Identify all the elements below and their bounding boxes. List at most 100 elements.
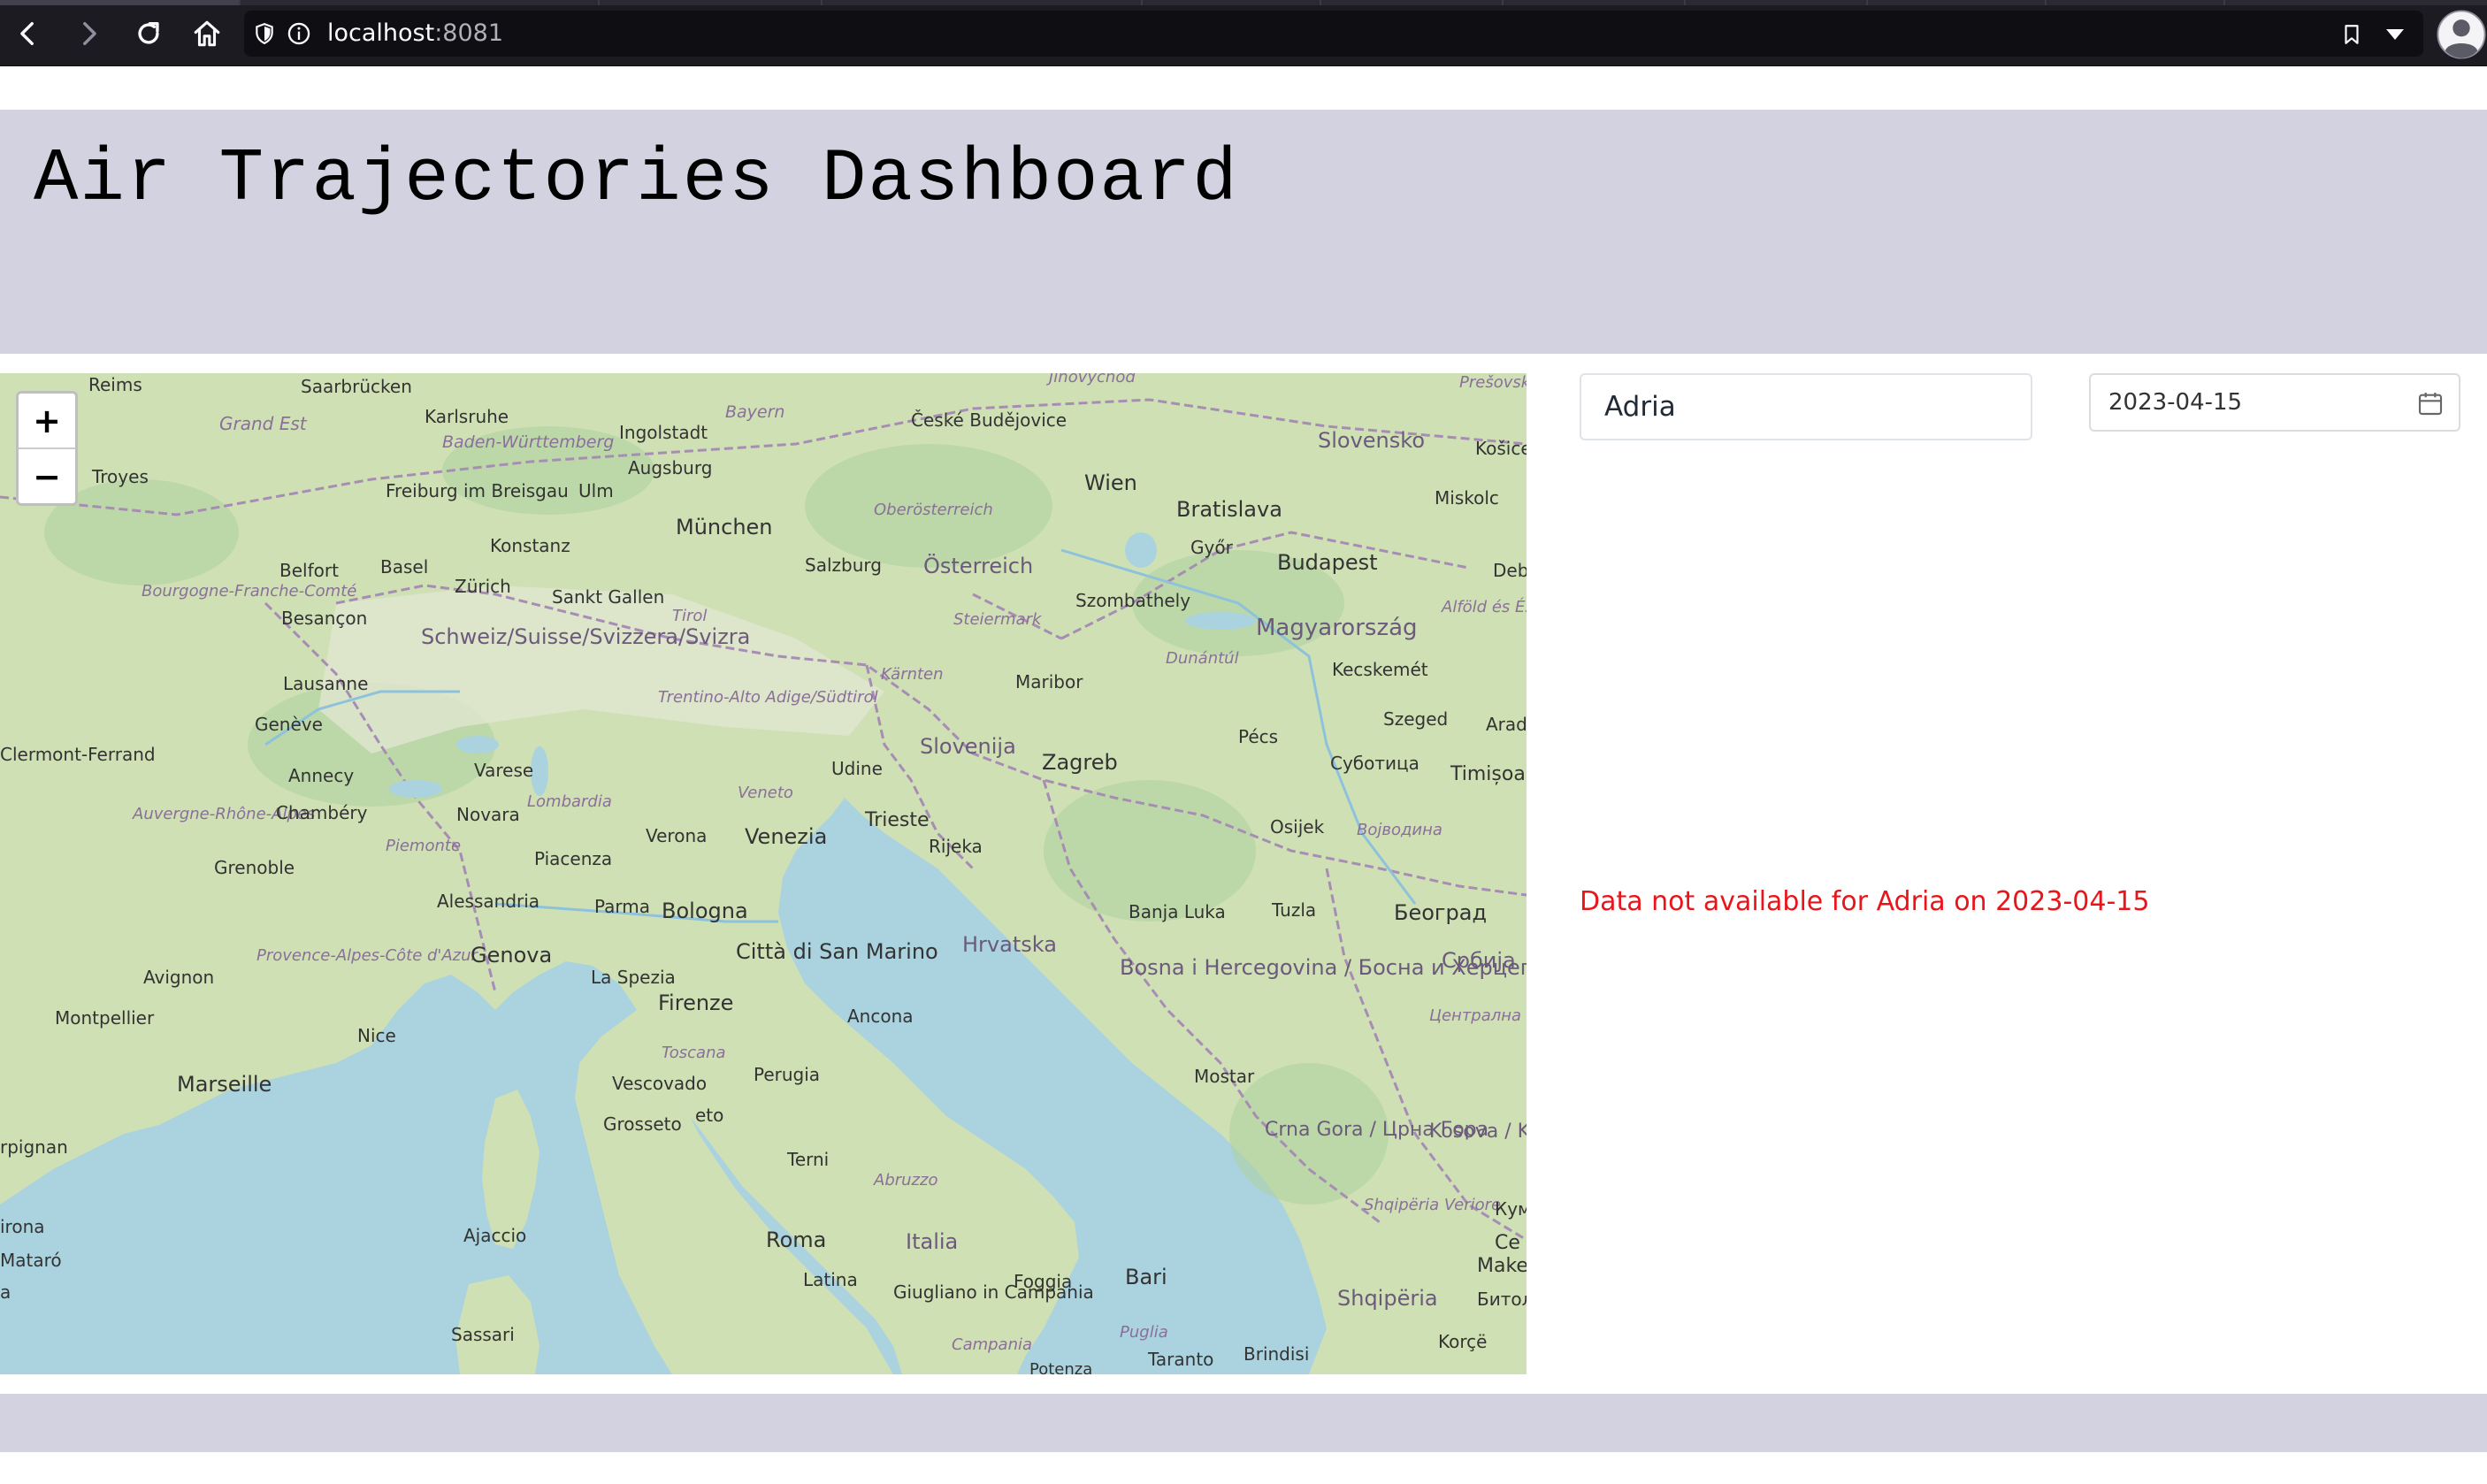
map-label: Arad [1486,714,1527,735]
map-label: Besançon [281,608,367,629]
status-message: Data not available for Adria on 2023-04-… [1580,886,2150,917]
map-label: Kecskemét [1332,659,1428,680]
bookmark-icon[interactable] [2340,22,2363,47]
map-label: Steiermark [953,610,1043,629]
map-label: Make [1477,1255,1527,1277]
tab[interactable] [1504,0,1686,5]
reload-button[interactable] [129,14,168,53]
map-label: Piemonte [386,837,461,855]
reload-icon [138,21,159,44]
map-label: Trieste [864,809,930,831]
map-label: Ajaccio [463,1225,526,1246]
region-value: Adria [1604,391,1676,423]
tab[interactable] [2225,0,2487,5]
map-label: Puglia [1120,1323,1168,1342]
dropdown-icon[interactable] [2384,27,2406,42]
map-label: Taranto [1147,1349,1213,1370]
tab[interactable] [241,0,600,5]
map-label: Udine [831,758,883,779]
map-label: Genova [471,943,552,968]
map-label: Salzburg [805,555,882,576]
map-label: Baden-Württemberg [442,432,614,452]
map-label: Roma [766,1228,826,1252]
map-label: Zagreb [1042,750,1118,775]
map-label: Clermont-Ferrand [0,744,156,765]
map-label: Provence-Alpes-Côte d'Azur [256,946,479,965]
map-label: Szeged [1383,708,1448,730]
map-label: Alessandria [437,891,539,912]
tab[interactable] [2047,0,2225,5]
map-label: Kosova / Kosovo [1429,1121,1527,1143]
map-label: Lombardia [527,792,612,811]
home-button[interactable] [187,14,226,53]
map-label: Sankt Gallen [552,586,664,608]
map-label: Grand Est [219,413,308,434]
map-label: Konstanz [490,535,570,556]
browser-toolbar: localhost:8081 [0,0,2487,66]
map-label: Veneto [738,784,793,802]
map-label: Shqipëria Veriore [1364,1196,1501,1214]
map-label: Sassari [451,1324,515,1345]
map-label: Parma [594,896,650,917]
map-label: Oberösterreich [874,501,993,519]
map-label: Bratislava [1176,497,1282,522]
map-label: Troyes [91,466,149,487]
map-label: Mataró [0,1250,62,1271]
forward-button[interactable] [69,14,108,53]
url-host: localhost [327,19,435,47]
map-label: Abruzzo [873,1171,937,1189]
map-label: Basel [380,556,428,578]
tab[interactable] [823,0,1143,5]
map-label: Saarbrücken [301,376,412,397]
map-label: Brindisi [1244,1343,1309,1365]
map-label: a [0,1281,11,1303]
map-label: Trentino-Alto Adige/Südtirol [658,688,878,707]
shield-icon[interactable] [253,22,276,45]
map-label: Zürich [455,576,511,597]
map-label: Belfort [279,560,339,581]
map-label: Osijek [1270,816,1325,838]
profile-icon[interactable] [2436,9,2487,60]
map-label: Битол [1477,1289,1527,1310]
map-label: Timișoa [1450,763,1526,785]
map-label: Košice [1475,438,1527,459]
tab[interactable] [600,0,823,5]
tab[interactable] [1686,0,1868,5]
home-icon [194,20,220,47]
map-label: Firenze [658,991,733,1015]
map-label: Суботица [1330,753,1420,774]
map-label: Banja Luka [1129,901,1226,922]
back-button[interactable] [9,14,48,53]
map-label: eto [695,1105,723,1126]
map-label: rpignan [0,1136,68,1158]
region-input[interactable]: Adria [1580,373,2032,440]
calendar-icon[interactable] [2416,389,2445,417]
tab[interactable] [1143,0,1321,5]
map-label: Verona [646,825,707,846]
tab[interactable] [1321,0,1504,5]
map-label: Slovensko [1318,428,1425,453]
map-label: Győr [1190,537,1234,558]
map-label: Alföld és Észak [1441,597,1527,616]
map-label: Ingolstadt [619,422,708,443]
tab[interactable] [1868,0,2047,5]
active-tab[interactable] [0,0,241,5]
zoom-out-button[interactable]: − [19,447,75,503]
map-label: Avignon [143,967,214,988]
map-label: Chambéry [276,802,368,823]
zoom-in-button[interactable]: + [19,394,75,447]
map-label: Perugia [754,1064,820,1085]
map-label: Miskolc [1435,487,1499,509]
zoom-control: + − [16,391,78,506]
map-label: Augsburg [628,457,712,478]
map-label: Slovenija [920,734,1016,759]
date-picker[interactable]: 2023-04-15 [2089,373,2460,432]
map-label: Toscana [662,1044,726,1062]
url-text[interactable]: localhost:8081 [327,19,503,48]
map-view[interactable]: Reims Saarbrücken Karlsruhe Ingolstadt B… [0,373,1527,1374]
address-bar[interactable]: localhost:8081 [244,11,2423,57]
map-label: Београд [1394,900,1487,925]
map-label: Bayern [725,402,784,422]
map-label: Bosna i Hercegovina / Босна и Херцеговин… [1120,955,1527,980]
info-icon[interactable] [287,21,311,46]
